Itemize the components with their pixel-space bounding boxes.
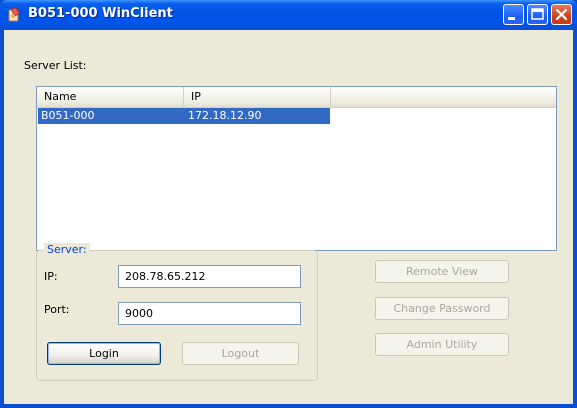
ip-label: IP: (44, 270, 58, 283)
close-button[interactable] (551, 4, 572, 25)
change-password-button[interactable]: Change Password (375, 297, 509, 320)
login-button[interactable]: Login (47, 342, 161, 365)
minimize-icon (508, 17, 515, 20)
server-ip-cell: 172.18.12.90 (188, 109, 262, 122)
server-list-row[interactable]: B051-000 172.18.12.90 (38, 108, 330, 124)
port-input[interactable]: 9000 (118, 302, 301, 325)
maximize-icon (531, 8, 544, 20)
remote-view-button[interactable]: Remote View (375, 260, 509, 283)
port-label: Port: (44, 303, 70, 316)
server-name-cell: B051-000 (41, 109, 95, 122)
column-header-name[interactable]: Name (37, 87, 184, 106)
app-window: B051-000 WinClient Server List: Name IP (0, 0, 577, 408)
column-header-ip[interactable]: IP (184, 87, 331, 106)
app-icon (8, 7, 21, 22)
server-list-label: Server List: (24, 59, 87, 72)
close-icon (555, 8, 568, 21)
client-area: Server List: Name IP B051-000 172.18.12.… (4, 30, 573, 404)
ip-input[interactable]: 208.78.65.212 (118, 265, 301, 288)
window-title: B051-000 WinClient (28, 6, 173, 21)
window-border-bottom (0, 404, 577, 408)
window-border-left (0, 30, 4, 408)
title-bar[interactable]: B051-000 WinClient (0, 0, 577, 30)
window-border-right (573, 30, 577, 408)
maximize-button[interactable] (527, 4, 548, 25)
server-list[interactable]: Name IP B051-000 172.18.12.90 (36, 86, 557, 251)
server-list-header: Name IP (37, 87, 556, 108)
minimize-button[interactable] (503, 4, 524, 25)
server-group-title: Server: (44, 243, 90, 256)
logout-button[interactable]: Logout (182, 342, 299, 365)
admin-utility-button[interactable]: Admin Utility (375, 333, 509, 356)
